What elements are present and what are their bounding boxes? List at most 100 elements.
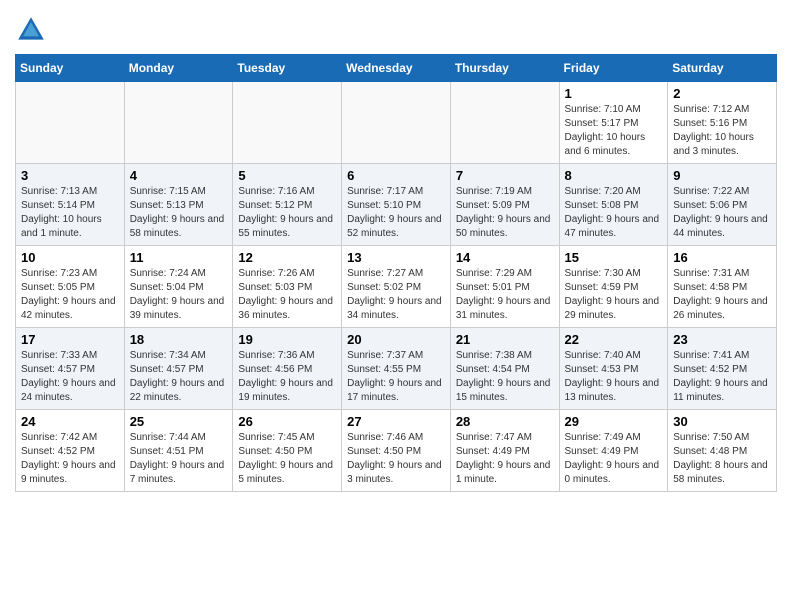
weekday-header-wednesday: Wednesday [342,55,451,82]
calendar-cell: 21 Sunrise: 7:38 AM Sunset: 4:54 PM Dayli… [450,328,559,410]
calendar-cell: 4Sunrise: 7:15 AM Sunset: 5:13 PM Daylig… [124,164,233,246]
day-number: 17 [21,332,119,347]
calendar-cell: 18 Sunrise: 7:34 AM Sunset: 4:57 PM Dayli… [124,328,233,410]
day-number: 3 [21,168,119,183]
calendar-cell: 19 Sunrise: 7:36 AM Sunset: 4:56 PM Dayli… [233,328,342,410]
day-info: Sunrise: 7:15 AM Sunset: 5:13 PM Dayligh… [130,185,228,241]
calendar-cell: 26 Sunrise: 7:45 AM Sunset: 4:50 PM Dayli… [233,410,342,492]
day-number: 13 [347,250,445,265]
day-number: 27 [347,414,445,429]
day-info: Sunrise: 7:12 AM Sunset: 5:16 PM Dayligh… [673,103,771,159]
calendar-week-row: 24Sunrise: 7:42 AM Sunset: 4:52 PM Dayli… [16,410,777,492]
calendar-week-row: 1 Sunrise: 7:10 AM Sunset: 5:17 PM Daylig… [16,82,777,164]
day-info: Sunrise: 7:23 AM Sunset: 5:05 PM Dayligh… [21,267,119,323]
day-info: Sunrise: 7:47 AM Sunset: 4:49 PM Dayligh… [456,431,554,487]
day-info: Sunrise: 7:40 AM Sunset: 4:53 PM Dayligh… [565,349,663,405]
day-number: 12 [238,250,336,265]
weekday-header-tuesday: Tuesday [233,55,342,82]
day-number: 23 [673,332,771,347]
calendar-week-row: 17 Sunrise: 7:33 AM Sunset: 4:57 PM Dayli… [16,328,777,410]
day-number: 14 [456,250,554,265]
calendar-week-row: 3 Sunrise: 7:13 AM Sunset: 5:14 PM Daylig… [16,164,777,246]
calendar-cell: 27 Sunrise: 7:46 AM Sunset: 4:50 PM Dayli… [342,410,451,492]
day-number: 19 [238,332,336,347]
weekday-header-saturday: Saturday [668,55,777,82]
day-info: Sunrise: 7:42 AM Sunset: 4:52 PM Dayligh… [21,431,119,487]
day-number: 26 [238,414,336,429]
calendar-cell: 6 Sunrise: 7:17 AM Sunset: 5:10 PM Daylig… [342,164,451,246]
calendar-week-row: 10Sunrise: 7:23 AM Sunset: 5:05 PM Dayli… [16,246,777,328]
day-info: Sunrise: 7:38 AM Sunset: 4:54 PM Dayligh… [456,349,554,405]
calendar-cell: 24Sunrise: 7:42 AM Sunset: 4:52 PM Dayli… [16,410,125,492]
calendar-cell [233,82,342,164]
day-number: 11 [130,250,228,265]
calendar-cell: 13 Sunrise: 7:27 AM Sunset: 5:02 PM Dayli… [342,246,451,328]
day-info: Sunrise: 7:37 AM Sunset: 4:55 PM Dayligh… [347,349,445,405]
day-info: Sunrise: 7:29 AM Sunset: 5:01 PM Dayligh… [456,267,554,323]
calendar-cell: 15 Sunrise: 7:30 AM Sunset: 4:59 PM Dayli… [559,246,668,328]
day-number: 16 [673,250,771,265]
day-info: Sunrise: 7:27 AM Sunset: 5:02 PM Dayligh… [347,267,445,323]
calendar-cell [16,82,125,164]
calendar-cell [342,82,451,164]
weekday-header-monday: Monday [124,55,233,82]
weekday-header-sunday: Sunday [16,55,125,82]
day-info: Sunrise: 7:33 AM Sunset: 4:57 PM Dayligh… [21,349,119,405]
day-number: 25 [130,414,228,429]
day-info: Sunrise: 7:16 AM Sunset: 5:12 PM Dayligh… [238,185,336,241]
day-info: Sunrise: 7:10 AM Sunset: 5:17 PM Dayligh… [565,103,663,159]
day-info: Sunrise: 7:41 AM Sunset: 4:52 PM Dayligh… [673,349,771,405]
weekday-header-friday: Friday [559,55,668,82]
calendar-cell: 16 Sunrise: 7:31 AM Sunset: 4:58 PM Dayli… [668,246,777,328]
calendar-cell: 10Sunrise: 7:23 AM Sunset: 5:05 PM Dayli… [16,246,125,328]
day-info: Sunrise: 7:26 AM Sunset: 5:03 PM Dayligh… [238,267,336,323]
day-info: Sunrise: 7:44 AM Sunset: 4:51 PM Dayligh… [130,431,228,487]
day-number: 18 [130,332,228,347]
calendar-cell: 29Sunrise: 7:49 AM Sunset: 4:49 PM Dayli… [559,410,668,492]
day-info: Sunrise: 7:36 AM Sunset: 4:56 PM Dayligh… [238,349,336,405]
calendar-cell: 17 Sunrise: 7:33 AM Sunset: 4:57 PM Dayli… [16,328,125,410]
calendar-cell: 5 Sunrise: 7:16 AM Sunset: 5:12 PM Daylig… [233,164,342,246]
day-info: Sunrise: 7:49 AM Sunset: 4:49 PM Dayligh… [565,431,663,487]
day-number: 7 [456,168,554,183]
calendar-cell: 28Sunrise: 7:47 AM Sunset: 4:49 PM Dayli… [450,410,559,492]
day-number: 2 [673,86,771,101]
calendar-cell: 12 Sunrise: 7:26 AM Sunset: 5:03 PM Dayli… [233,246,342,328]
day-info: Sunrise: 7:31 AM Sunset: 4:58 PM Dayligh… [673,267,771,323]
day-number: 9 [673,168,771,183]
day-info: Sunrise: 7:17 AM Sunset: 5:10 PM Dayligh… [347,185,445,241]
day-info: Sunrise: 7:13 AM Sunset: 5:14 PM Dayligh… [21,185,119,241]
calendar-cell: 8Sunrise: 7:20 AM Sunset: 5:08 PM Daylig… [559,164,668,246]
day-number: 6 [347,168,445,183]
logo [15,14,51,46]
calendar-cell: 9 Sunrise: 7:22 AM Sunset: 5:06 PM Daylig… [668,164,777,246]
calendar-cell: 7 Sunrise: 7:19 AM Sunset: 5:09 PM Daylig… [450,164,559,246]
day-number: 15 [565,250,663,265]
day-number: 21 [456,332,554,347]
calendar-cell: 2 Sunrise: 7:12 AM Sunset: 5:16 PM Daylig… [668,82,777,164]
day-number: 1 [565,86,663,101]
day-info: Sunrise: 7:19 AM Sunset: 5:09 PM Dayligh… [456,185,554,241]
calendar-cell: 3 Sunrise: 7:13 AM Sunset: 5:14 PM Daylig… [16,164,125,246]
page-header [15,10,777,46]
logo-icon [15,14,47,46]
day-info: Sunrise: 7:50 AM Sunset: 4:48 PM Dayligh… [673,431,771,487]
calendar-cell [124,82,233,164]
day-number: 5 [238,168,336,183]
day-info: Sunrise: 7:22 AM Sunset: 5:06 PM Dayligh… [673,185,771,241]
calendar-header-row: SundayMondayTuesdayWednesdayThursdayFrid… [16,55,777,82]
calendar-cell: 11Sunrise: 7:24 AM Sunset: 5:04 PM Dayli… [124,246,233,328]
calendar-cell: 25 Sunrise: 7:44 AM Sunset: 4:51 PM Dayli… [124,410,233,492]
day-info: Sunrise: 7:34 AM Sunset: 4:57 PM Dayligh… [130,349,228,405]
day-number: 8 [565,168,663,183]
calendar-table: SundayMondayTuesdayWednesdayThursdayFrid… [15,54,777,492]
calendar-cell [450,82,559,164]
day-info: Sunrise: 7:30 AM Sunset: 4:59 PM Dayligh… [565,267,663,323]
day-info: Sunrise: 7:45 AM Sunset: 4:50 PM Dayligh… [238,431,336,487]
calendar-cell: 23 Sunrise: 7:41 AM Sunset: 4:52 PM Dayli… [668,328,777,410]
calendar-cell: 14 Sunrise: 7:29 AM Sunset: 5:01 PM Dayli… [450,246,559,328]
day-info: Sunrise: 7:46 AM Sunset: 4:50 PM Dayligh… [347,431,445,487]
calendar-cell: 20Sunrise: 7:37 AM Sunset: 4:55 PM Dayli… [342,328,451,410]
calendar-cell: 1 Sunrise: 7:10 AM Sunset: 5:17 PM Daylig… [559,82,668,164]
day-number: 30 [673,414,771,429]
